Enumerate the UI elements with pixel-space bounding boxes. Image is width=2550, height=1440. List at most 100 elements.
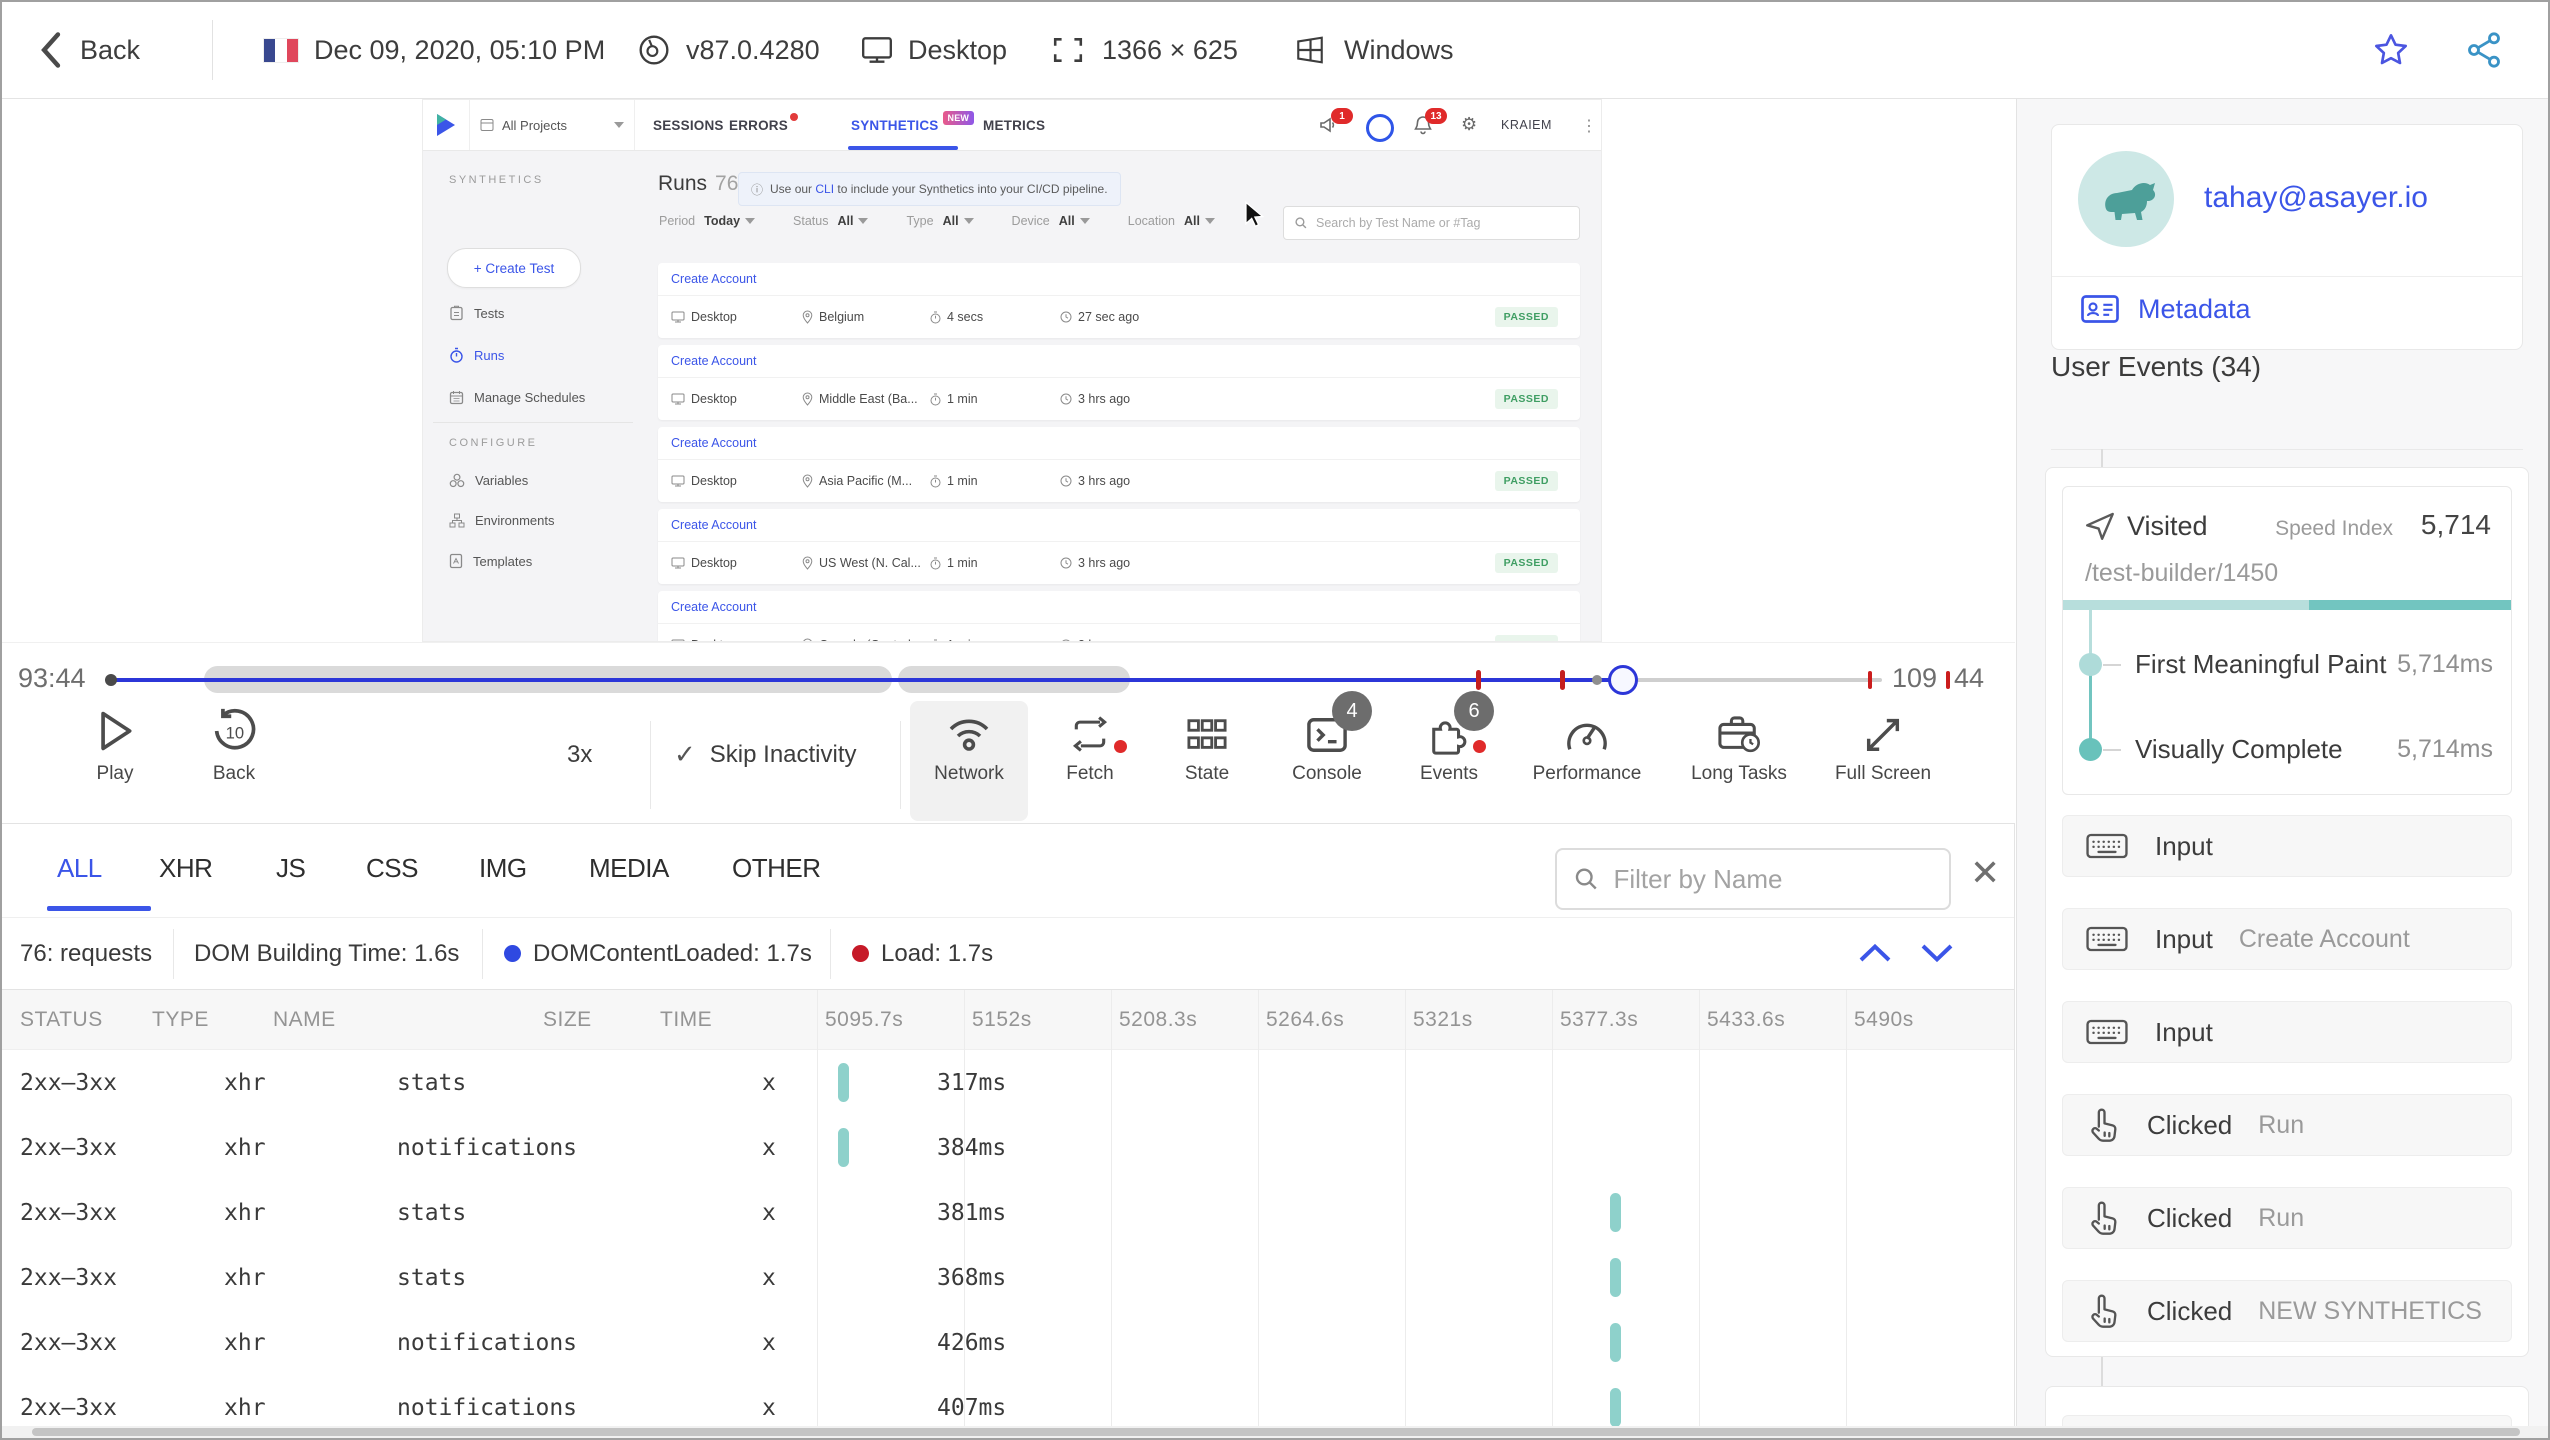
network-summary-bar: 76: requests DOM Building Time: 1.6s DOM… xyxy=(2,917,2014,990)
network-panel-toggle[interactable]: Network xyxy=(904,705,1034,785)
skip-inactivity-toggle[interactable]: ✓ Skip Inactivity xyxy=(674,739,857,770)
run-card: Create Account Desktop US West (N. Cal..… xyxy=(658,509,1580,584)
check-icon: ✓ xyxy=(674,739,696,769)
network-request-row[interactable]: 2xx–3xx xhr stats x 368ms xyxy=(2,1245,2014,1310)
network-request-row[interactable]: 2xx–3xx xhr stats x 381ms xyxy=(2,1180,2014,1245)
scrollbar-thumb[interactable] xyxy=(32,1428,2520,1436)
speed-toggle[interactable]: 3x xyxy=(567,741,592,769)
network-filter-field[interactable] xyxy=(1555,848,1951,910)
issue-tick[interactable] xyxy=(1868,671,1872,689)
clock-icon xyxy=(1060,393,1072,405)
gear-icon: ⚙ xyxy=(1461,114,1478,134)
load-time: Load: 1.7s xyxy=(852,918,993,989)
windows-icon xyxy=(1294,2,1326,98)
waterfall-bar xyxy=(838,1063,849,1102)
event-item-input[interactable]: Input xyxy=(2062,1001,2512,1063)
network-tab-img[interactable]: IMG xyxy=(479,824,527,912)
run-test-name: Create Account xyxy=(658,427,1580,460)
event-item-input[interactable]: Input Create Account xyxy=(2062,908,2512,970)
filter-period: Period Today xyxy=(659,214,756,228)
search-icon xyxy=(1295,217,1307,229)
favorite-star-button[interactable] xyxy=(2370,2,2412,98)
replay-tab-sessions: SESSIONS xyxy=(653,117,724,133)
long-tasks-panel-toggle[interactable]: Long Tasks xyxy=(1674,705,1804,785)
timeline-start-time: 93:44 xyxy=(18,663,86,693)
console-panel-toggle[interactable]: 4 Console xyxy=(1262,691,1392,785)
events-count-badge: 6 xyxy=(1454,691,1494,731)
os-name: Windows xyxy=(1344,34,1454,65)
metadata-button[interactable]: Metadata xyxy=(2080,293,2251,325)
performance-panel-toggle[interactable]: Performance xyxy=(1522,705,1652,785)
run-duration: 1 min xyxy=(930,392,1060,406)
stopwatch-icon xyxy=(930,311,941,323)
run-location: Middle East (Ba... xyxy=(802,392,930,406)
share-button[interactable] xyxy=(2464,2,2504,98)
horizontal-scrollbar[interactable] xyxy=(2,1426,2548,1438)
megaphone-badge: 1 xyxy=(1331,108,1353,124)
status-badge: PASSED xyxy=(1494,553,1558,573)
bell-badge: 13 xyxy=(1425,108,1447,124)
back-label[interactable]: Back xyxy=(80,2,140,98)
user-email: tahay@asayer.io xyxy=(2204,181,2428,214)
run-location: Asia Pacific (M... xyxy=(802,474,930,488)
timeline-start-dot xyxy=(105,674,117,686)
time-tick: 5433.6s xyxy=(1707,1008,1786,1031)
play-button[interactable]: Play xyxy=(50,705,180,785)
back-10s-button[interactable]: 10 Back xyxy=(169,705,299,785)
issue-marker[interactable] xyxy=(1560,670,1565,690)
replay-runs-page: Runs 76 ⓘ Use our CLI to include your Syn… xyxy=(653,150,1601,641)
network-tab-js[interactable]: JS xyxy=(276,824,306,912)
event-item-clicked[interactable]: Clicked Run xyxy=(2062,1094,2512,1156)
col-type: TYPE xyxy=(152,1008,209,1031)
timeline-progress xyxy=(112,678,1623,682)
event-connector-line xyxy=(2101,449,2103,467)
playhead[interactable] xyxy=(1608,665,1638,695)
events-panel-toggle[interactable]: 6 Events xyxy=(1384,691,1514,785)
state-panel-toggle[interactable]: State xyxy=(1142,705,1272,785)
waterfall-bar xyxy=(838,1128,849,1167)
network-tab-css[interactable]: CSS xyxy=(366,824,418,912)
browser-version: v87.0.4280 xyxy=(686,34,820,65)
issue-tick-end xyxy=(1946,671,1950,689)
network-request-row[interactable]: 2xx–3xx xhr stats x 317ms xyxy=(2,1050,2014,1115)
event-item-input[interactable]: Input xyxy=(2062,815,2512,877)
network-request-row[interactable]: 2xx–3xx xhr notifications x 384ms xyxy=(2,1115,2014,1180)
network-tab-media[interactable]: MEDIA xyxy=(589,824,669,912)
col-name: NAME xyxy=(273,1008,336,1031)
domcontentloaded-time: DOMContentLoaded: 1.7s xyxy=(504,918,812,989)
session-info-sidebar: tahay@asayer.io Metadata User Events (34… xyxy=(2016,99,2548,1438)
event-item-clicked[interactable]: Clicked NEW SYNTHETICS xyxy=(2062,1280,2512,1342)
run-duration: 4 secs xyxy=(930,310,1060,324)
network-tab-other[interactable]: OTHER xyxy=(732,824,821,912)
device-type: Desktop xyxy=(908,34,1008,65)
visited-event-card[interactable]: Visited Speed Index 5,714 /test-builder/… xyxy=(2062,486,2512,795)
monitor-icon xyxy=(671,475,685,487)
network-panel: ALL XHR JS CSS IMG MEDIA OTHER ✕ 76: req… xyxy=(2,824,2015,1438)
network-filter-input[interactable] xyxy=(1611,862,1933,896)
network-tab-all[interactable]: ALL xyxy=(57,824,102,912)
back-button[interactable] xyxy=(38,2,64,98)
country-flag-icon xyxy=(264,2,298,98)
jump-next-button[interactable] xyxy=(1919,942,1955,964)
progress-segment-dark xyxy=(2309,600,2511,610)
sidebar-item-manage-schedules: Manage Schedules xyxy=(449,390,585,405)
fmp-dot-icon xyxy=(2079,653,2102,676)
replay-project-selector: All Projects xyxy=(469,100,635,150)
dcl-dot-icon xyxy=(504,945,521,962)
run-time-ago: 3 hrs ago xyxy=(1060,556,1130,570)
issue-marker[interactable] xyxy=(1476,670,1481,690)
event-dot[interactable] xyxy=(1592,675,1602,685)
wifi-icon xyxy=(949,719,989,751)
session-replay-window: Back Dec 09, 2020, 05:10 PM v87.0.4280 D… xyxy=(0,0,2550,1440)
jump-prev-button[interactable] xyxy=(1857,942,1893,964)
network-tab-xhr[interactable]: XHR xyxy=(159,824,213,912)
time-tick: 5490s xyxy=(1854,1008,1914,1031)
fmp-value: 5,714ms xyxy=(2397,650,2493,678)
full-screen-button[interactable]: Full Screen xyxy=(1818,705,1948,785)
network-request-row[interactable]: 2xx–3xx xhr notifications x 426ms xyxy=(2,1310,2014,1375)
fetch-panel-toggle[interactable]: Fetch xyxy=(1025,705,1155,785)
time-tick: 5264.6s xyxy=(1266,1008,1345,1031)
event-item-clicked[interactable]: Clicked Run xyxy=(2062,1187,2512,1249)
close-panel-button[interactable]: ✕ xyxy=(1970,852,2000,894)
run-test-name: Create Account xyxy=(658,263,1580,296)
